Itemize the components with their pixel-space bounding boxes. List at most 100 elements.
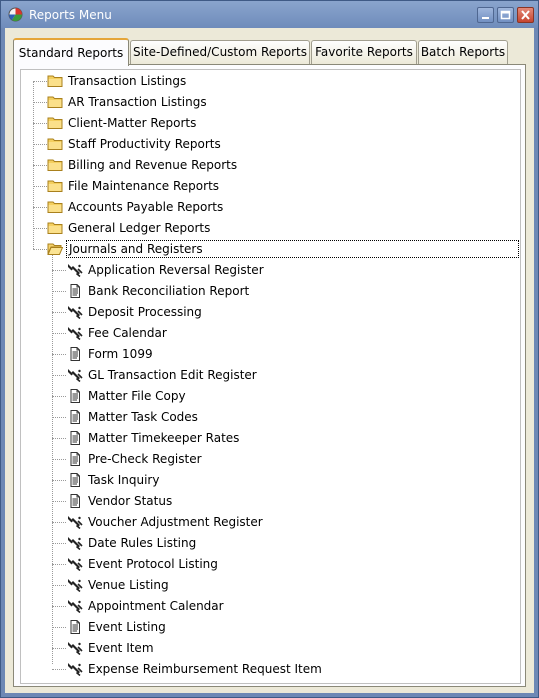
tree-connector (52, 312, 66, 313)
report-icon (70, 473, 80, 487)
tree-report-label: Form 1099 (88, 347, 153, 361)
tree-connector (52, 459, 66, 460)
tree-folder-label: Accounts Payable Reports (68, 200, 224, 214)
reports-menu-window: Reports Menu Standard Reports Site-Defin… (0, 0, 539, 698)
tree-report-label: Pre-Check Register (88, 452, 202, 466)
tree-report-label: Deposit Processing (88, 305, 202, 319)
wizard-icon (68, 516, 83, 529)
tree-connector (52, 270, 66, 271)
wizard-icon (68, 663, 83, 676)
report-icon (70, 410, 80, 424)
tree-connector (33, 144, 47, 145)
tree-connector (33, 249, 47, 250)
folder-icon (47, 180, 63, 192)
tree-folder-label: Client-Matter Reports (68, 116, 197, 130)
tab-site-defined-custom-reports[interactable]: Site-Defined/Custom Reports (130, 40, 310, 64)
minimize-icon (482, 17, 489, 19)
tree-report-label: Task Inquiry (88, 473, 160, 487)
window-client-area: Standard Reports Site-Defined/Custom Rep… (5, 28, 534, 693)
close-button[interactable] (517, 7, 534, 23)
tab-favorite-reports[interactable]: Favorite Reports (311, 40, 417, 64)
report-icon (70, 347, 80, 361)
tree-connector (33, 123, 47, 124)
tree-folder-label: File Maintenance Reports (68, 179, 220, 193)
tree-folder-label: Journals and Registers (66, 240, 519, 258)
tree-child-line (52, 252, 53, 664)
folder-icon (47, 75, 63, 87)
folder-icon (47, 222, 63, 234)
tree-report-label: Vendor Status (88, 494, 173, 508)
tree-report-label: Appointment Calendar (88, 599, 224, 613)
tree-folder-label: Staff Productivity Reports (68, 137, 221, 151)
maximize-button[interactable] (497, 7, 514, 23)
wizard-icon (68, 306, 83, 319)
tree-report-label: Venue Listing (88, 578, 169, 592)
tree-report-label: Voucher Adjustment Register (88, 515, 263, 529)
window-title: Reports Menu (29, 8, 112, 22)
tab-standard-reports[interactable]: Standard Reports (13, 38, 129, 66)
tree-report-label: Matter Task Codes (88, 410, 198, 424)
tree-connector (52, 564, 66, 565)
standard-reports-panel: Transaction Listings AR Transaction Listi… (13, 64, 526, 687)
report-icon (70, 620, 80, 634)
folder-open-icon (47, 243, 63, 255)
maximize-icon (500, 10, 511, 20)
tree-connector (52, 480, 66, 481)
tree-report-label: Event Item (88, 641, 154, 655)
wizard-icon (68, 558, 83, 571)
wizard-icon (68, 642, 83, 655)
tree-connector (52, 522, 66, 523)
tree-connector (52, 333, 66, 334)
folder-icon (47, 96, 63, 108)
wizard-icon (68, 327, 83, 340)
folder-icon (47, 138, 63, 150)
minimize-button[interactable] (477, 7, 494, 23)
tree-folder-label: General Ledger Reports (68, 221, 211, 235)
tree-connector (52, 291, 66, 292)
tree-folder-label: Billing and Revenue Reports (68, 158, 238, 172)
wizard-icon (68, 537, 83, 550)
tree-connector (52, 354, 66, 355)
tree-folder-label: AR Transaction Listings (68, 95, 207, 109)
tree-connector (33, 207, 47, 208)
tree-connector (52, 375, 66, 376)
tree-connector (52, 669, 66, 670)
tab-batch-reports[interactable]: Batch Reports (418, 40, 508, 64)
tree-connector (33, 102, 47, 103)
tree-report-label: Matter File Copy (88, 389, 186, 403)
tree-report-label: Date Rules Listing (88, 536, 197, 550)
wizard-icon (68, 579, 83, 592)
report-icon (70, 284, 80, 298)
close-icon (521, 10, 530, 20)
tree-report-label: Event Protocol Listing (88, 557, 218, 571)
reports-tree[interactable]: Transaction Listings AR Transaction Listi… (20, 69, 521, 684)
tree-report-label: Fee Calendar (88, 326, 167, 340)
title-bar[interactable]: Reports Menu (1, 1, 538, 28)
wizard-icon (68, 264, 83, 277)
tab-label: Favorite Reports (315, 45, 413, 59)
tab-label: Standard Reports (18, 46, 124, 60)
tree-connector (52, 627, 66, 628)
report-icon (70, 452, 80, 466)
wizard-icon (68, 369, 83, 382)
tab-label: Batch Reports (420, 45, 506, 59)
tree-report-label: GL Transaction Edit Register (88, 368, 257, 382)
tree-report-label: Expense Reimbursement Request Item (88, 662, 322, 676)
tree-report-label: Application Reversal Register (88, 263, 264, 277)
tree-connector (52, 543, 66, 544)
report-icon (70, 431, 80, 445)
tree-connector (33, 186, 47, 187)
app-icon (8, 7, 23, 22)
tree-report-label: Event Listing (88, 620, 166, 634)
report-icon (70, 494, 80, 508)
tree-report-label: Matter Timekeeper Rates (88, 431, 240, 445)
folder-icon (47, 159, 63, 171)
report-icon (70, 389, 80, 403)
folder-icon (47, 201, 63, 213)
tree-connector (52, 417, 66, 418)
tree-connector (52, 396, 66, 397)
tree-connector (52, 438, 66, 439)
folder-icon (47, 117, 63, 129)
tree-folder-label: Transaction Listings (68, 74, 187, 88)
tree-connector (52, 648, 66, 649)
